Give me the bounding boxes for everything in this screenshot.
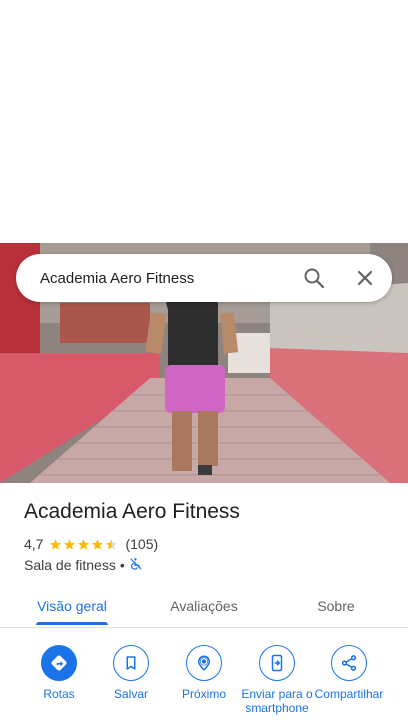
save-label: Salvar [113,687,148,701]
search-input[interactable] [40,254,290,302]
close-icon[interactable] [353,266,377,290]
half-star-icon [106,538,118,550]
share-icon [331,645,367,681]
star-icon [64,538,76,550]
directions-button[interactable]: Rotas [21,645,97,701]
place-category: Sala de fitness [24,557,116,573]
star-rating [49,538,119,551]
rating-row[interactable]: 4,7 (105) [24,535,158,553]
directions-icon [41,645,77,681]
active-tab-indicator [36,622,108,625]
star-icon [92,538,104,550]
share-button[interactable]: Compartilhar [311,645,387,701]
rating-value: 4,7 [24,536,44,552]
send-to-phone-label: Enviar para o smartphone [241,687,313,715]
place-title: Academia Aero Fitness [24,500,240,523]
tab-overview[interactable]: Visão geral [24,584,120,627]
nearby-label: Próximo [181,687,226,701]
action-bar: Rotas Salvar Próximo Enviar para o smart… [0,645,408,726]
no-wheelchair-icon [129,557,143,574]
search-bar[interactable] [16,254,392,302]
save-button[interactable]: Salvar [93,645,169,701]
directions-label: Rotas [43,687,75,701]
category-row: Sala de fitness • [24,556,143,574]
share-label: Compartilhar [314,687,384,701]
separator: • [119,557,125,573]
send-to-phone-button[interactable]: Enviar para o smartphone [239,645,315,715]
nearby-icon [186,645,222,681]
nearby-button[interactable]: Próximo [166,645,242,701]
star-icon [50,538,62,550]
tab-reviews[interactable]: Avaliações [155,584,253,627]
review-count: (105) [125,536,159,552]
search-icon[interactable] [302,266,326,290]
send-to-phone-icon [259,645,295,681]
star-icon [78,538,90,550]
bookmark-icon [113,645,149,681]
tab-about[interactable]: Sobre [300,584,372,627]
